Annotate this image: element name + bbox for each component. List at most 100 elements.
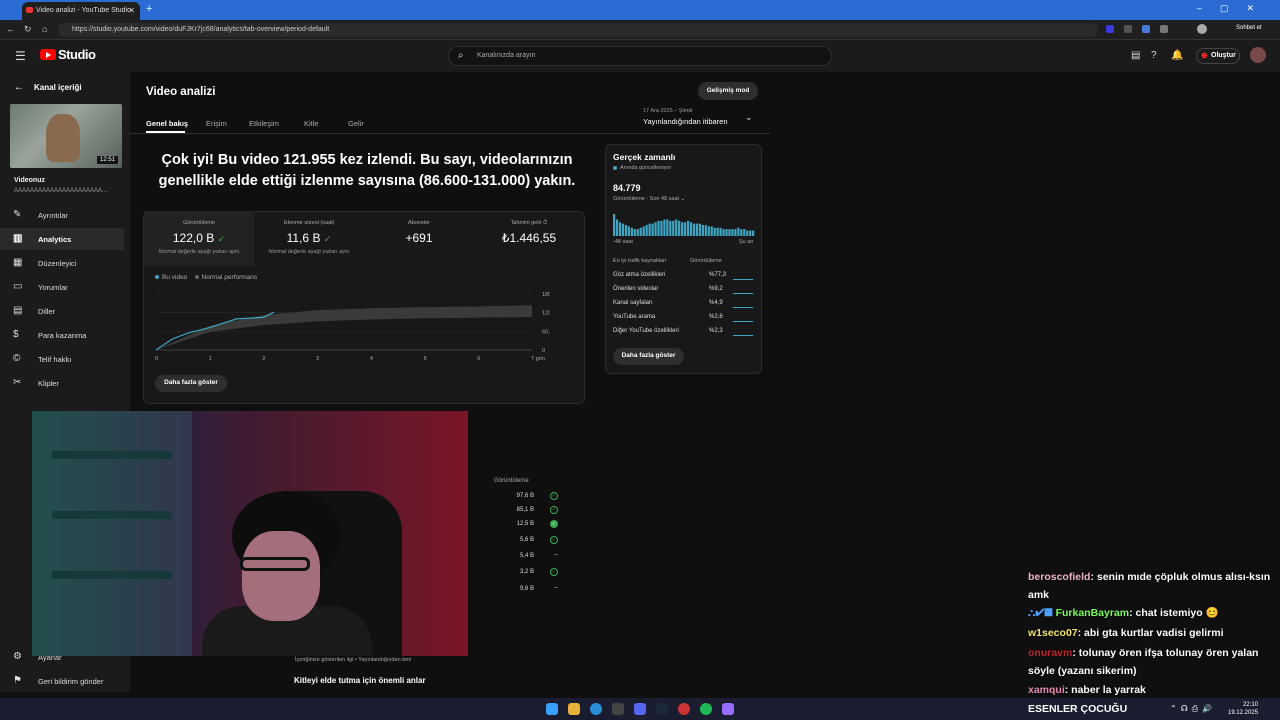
sidebar-item-details[interactable]: ✎ Ayrıntılar <box>0 204 124 226</box>
new-tab-icon[interactable]: + <box>146 3 152 15</box>
webcam-shelf <box>52 451 172 459</box>
sidebar-item-copyright[interactable]: © Telif hakkı <box>0 348 124 370</box>
tab-engagement[interactable]: Etkileşim <box>249 119 279 128</box>
extension-icon[interactable] <box>1142 25 1150 33</box>
profile-icon[interactable] <box>1197 24 1207 34</box>
extension-icon[interactable] <box>1106 25 1114 33</box>
metric-revenue[interactable]: Tahmini gelir ⏱ ₺1.446,55 <box>474 211 584 266</box>
metric-views[interactable]: Görüntüleme 122,0 B ✓ Normal değerle aşa… <box>144 211 254 266</box>
realtime-bar <box>645 225 648 236</box>
source-name: YouTube arama <box>613 314 656 320</box>
sidebar-item-analytics[interactable]: ▥ Analytics <box>0 228 124 250</box>
taskbar-clock[interactable]: 22:10 19.12.2025 <box>1228 701 1258 717</box>
realtime-bar <box>657 220 660 236</box>
studio-logo-text[interactable]: Studio <box>58 47 96 62</box>
tab-reach[interactable]: Erişim <box>206 119 227 128</box>
reload-icon[interactable]: ↻ <box>24 24 32 35</box>
advanced-mode-button[interactable]: Gelişmiş mod <box>698 82 758 100</box>
sidebar-item-label: Diller <box>38 307 56 316</box>
traffic-views-header: Görüntüleme <box>690 258 722 264</box>
url-field[interactable]: https://studio.youtube.com/video/duFJKr7… <box>58 23 1098 37</box>
youtube-logo-icon[interactable] <box>40 49 56 60</box>
address-bar: ← ↻ ⌂ https://studio.youtube.com/video/d… <box>0 20 1280 40</box>
bell-icon[interactable]: 🔔 <box>1171 50 1183 61</box>
obs-icon[interactable] <box>678 703 690 715</box>
app-icon[interactable] <box>612 703 624 715</box>
sidebar-item-label: Düzenleyici <box>38 259 77 268</box>
realtime-window-label: Görüntüleme · Son 48 saat <box>613 196 680 202</box>
back-to-content-link[interactable]: ← Kanal içeriği <box>14 82 82 93</box>
y-tick-label: 120,0 B <box>542 311 550 317</box>
metric-label: Tahmini gelir ⏱ <box>474 220 584 227</box>
retention-row: 97,6 B ✓ <box>494 492 558 500</box>
file-explorer-icon[interactable] <box>568 703 580 715</box>
scissors-icon: ✂ <box>13 377 22 388</box>
sidebar-item-comments[interactable]: ▭ Yorumlar <box>0 276 124 298</box>
messages-icon[interactable]: ▤ <box>1131 50 1140 61</box>
chat-badge-icon: ⛬✔▦ <box>1028 607 1056 619</box>
metric-subscribers[interactable]: Aboneler +691 <box>364 211 474 266</box>
realtime-bar <box>692 223 696 236</box>
sidebar-item-languages[interactable]: ▤ Diller <box>0 300 124 322</box>
realtime-bar <box>737 227 740 236</box>
analytics-icon: ▥ <box>13 233 23 244</box>
legend-normal: Normal performans <box>201 274 258 281</box>
realtime-bar <box>621 223 625 236</box>
avatar[interactable] <box>1250 47 1266 63</box>
home-icon[interactable]: ⌂ <box>42 24 47 34</box>
retention-title: Kitleyi elde tutma için önemli anlar <box>294 676 426 685</box>
source-sparkline <box>733 329 753 336</box>
sidebar-item-clips[interactable]: ✂ Klipler <box>0 372 124 394</box>
metric-watch-time[interactable]: İzlenme süresi (saat) 11,6 B ✓ Normal de… <box>254 211 364 266</box>
sidebar-item-editor[interactable]: ▦ Düzenleyici <box>0 252 124 274</box>
chevron-down-icon[interactable]: ⌄ <box>745 112 753 123</box>
video-duration: 12:51 <box>96 156 118 164</box>
period-selector[interactable]: Yayınlandığından itibaren <box>643 117 728 126</box>
x-tick-label: 7 gün <box>531 356 545 362</box>
realtime-bar <box>686 220 690 236</box>
search-input[interactable]: ⌕ Kanalınızda arayın <box>448 46 832 66</box>
realtime-window-selector[interactable]: Görüntüleme · Son 48 saat ⌄ <box>613 196 685 202</box>
retention-row: 12,5 B ✓ <box>494 520 558 528</box>
realtime-show-more-button[interactable]: Daha fazla göster <box>613 348 684 365</box>
system-tray[interactable]: ⌃☊⎙🔊 <box>1170 704 1216 714</box>
tab-revenue[interactable]: Gelir <box>348 119 364 128</box>
app-icon[interactable] <box>722 703 734 715</box>
window-controls[interactable]: –▢✕ <box>1197 3 1272 14</box>
close-tab-icon[interactable]: ✕ <box>128 6 135 15</box>
create-label: Oluştur <box>1211 52 1236 59</box>
realtime-bar <box>731 229 734 236</box>
tab-overview[interactable]: Genel bakış <box>146 119 188 128</box>
discord-icon[interactable] <box>634 703 646 715</box>
sidebar-item-feedback[interactable]: ⚑ Geri bildirim gönder <box>0 670 124 692</box>
show-more-button[interactable]: Daha fazla göster <box>155 375 227 392</box>
spotify-icon[interactable] <box>700 703 712 715</box>
realtime-bar <box>615 219 619 236</box>
realtime-bar <box>707 226 710 236</box>
start-icon[interactable] <box>546 703 558 715</box>
extension-icon[interactable] <box>1160 25 1168 33</box>
sidebar-item-monetization[interactable]: $ Para kazanma <box>0 324 124 346</box>
realtime-bar <box>746 230 749 236</box>
realtime-bar <box>636 229 639 236</box>
create-button[interactable]: ⊕ Oluştur <box>1196 48 1240 64</box>
chat-message: ⛬✔▦ FurkanBayram: chat istemiyo 😊 <box>1028 604 1280 622</box>
edge-icon[interactable] <box>590 703 602 715</box>
chat-button[interactable]: Sohbet et <box>1232 23 1266 33</box>
source-pct: %9,2 <box>709 286 723 292</box>
help-icon[interactable]: ? <box>1151 50 1157 61</box>
menu-icon[interactable]: ☰ <box>15 49 26 63</box>
steam-icon[interactable] <box>656 703 668 715</box>
extension-icon[interactable] <box>1124 25 1132 33</box>
source-sparkline <box>733 273 753 280</box>
realtime-bar <box>701 225 704 236</box>
tab-audience[interactable]: Kitle <box>304 119 319 128</box>
browser-tab[interactable]: Video analizi - YouTube Studio ✕ <box>22 2 140 20</box>
back-arrow-icon[interactable]: ← <box>6 24 15 34</box>
check-circle-icon: ✓ <box>323 234 332 244</box>
video-thumbnail[interactable]: 12:51 <box>10 104 122 168</box>
retention-row: 3,2 B ✓ <box>494 568 558 576</box>
webcam-shelf <box>52 511 172 519</box>
realtime-bar <box>666 219 669 236</box>
metric-value-text: 11,6 B <box>286 231 321 245</box>
